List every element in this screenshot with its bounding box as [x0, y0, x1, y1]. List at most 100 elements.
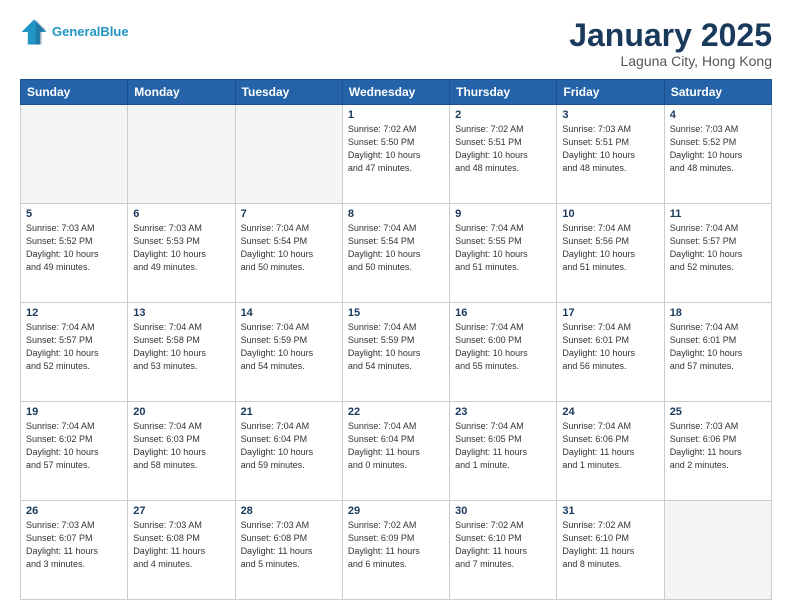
- day-info: Sunrise: 7:04 AM Sunset: 5:55 PM Dayligh…: [455, 222, 551, 274]
- calendar-cell: [128, 105, 235, 204]
- day-number: 26: [26, 505, 122, 517]
- day-number: 24: [562, 406, 658, 418]
- day-info: Sunrise: 7:02 AM Sunset: 5:50 PM Dayligh…: [348, 123, 444, 175]
- day-number: 3: [562, 109, 658, 121]
- calendar-cell: 4Sunrise: 7:03 AM Sunset: 5:52 PM Daylig…: [664, 105, 771, 204]
- calendar-cell: [21, 105, 128, 204]
- day-number: 30: [455, 505, 551, 517]
- logo-line2: Blue: [100, 24, 128, 39]
- week-row-5: 26 Sunrise: 7:03 AM Sunset: 6:07 PM Dayli…: [21, 501, 772, 600]
- calendar-cell: 5Sunrise: 7:03 AM Sunset: 5:52 PM Daylig…: [21, 204, 128, 303]
- day-number: 1: [348, 109, 444, 121]
- calendar-cell: 26 Sunrise: 7:03 AM Sunset: 6:07 PM Dayli…: [21, 501, 128, 600]
- day-number: 23: [455, 406, 551, 418]
- day-info: Sunrise: 7:03 AM Sunset: 5:52 PM Dayligh…: [670, 123, 766, 175]
- day-info: Sunrise: 7:03 AM Sunset: 6:06 PM Dayligh…: [670, 420, 766, 472]
- calendar-cell: 16 Sunrise: 7:04 AM Sunset: 6:00 PM Dayli…: [450, 303, 557, 402]
- day-info: Sunrise: 7:04 AM Sunset: 6:02 PM Dayligh…: [26, 420, 122, 472]
- title-block: January 2025 Laguna City, Hong Kong: [569, 18, 772, 69]
- day-info: Sunrise: 7:04 AM Sunset: 5:54 PM Dayligh…: [348, 222, 444, 274]
- day-info: Sunrise: 7:04 AM Sunset: 5:59 PM Dayligh…: [348, 321, 444, 373]
- day-info: Sunrise: 7:04 AM Sunset: 5:56 PM Dayligh…: [562, 222, 658, 274]
- day-number: 29: [348, 505, 444, 517]
- week-row-4: 19 Sunrise: 7:04 AM Sunset: 6:02 PM Dayli…: [21, 402, 772, 501]
- calendar-subtitle: Laguna City, Hong Kong: [569, 53, 772, 69]
- day-number: 17: [562, 307, 658, 319]
- calendar-title: January 2025: [569, 18, 772, 53]
- calendar-cell: [664, 501, 771, 600]
- day-info: Sunrise: 7:04 AM Sunset: 6:00 PM Dayligh…: [455, 321, 551, 373]
- week-row-2: 5Sunrise: 7:03 AM Sunset: 5:52 PM Daylig…: [21, 204, 772, 303]
- calendar-cell: 14Sunrise: 7:04 AM Sunset: 5:59 PM Dayli…: [235, 303, 342, 402]
- week-row-1: 1 Sunrise: 7:02 AM Sunset: 5:50 PM Daylig…: [21, 105, 772, 204]
- calendar-cell: 17Sunrise: 7:04 AM Sunset: 6:01 PM Dayli…: [557, 303, 664, 402]
- header: GeneralBlue January 2025 Laguna City, Ho…: [20, 18, 772, 69]
- weekday-header-saturday: Saturday: [664, 80, 771, 105]
- calendar-cell: 25 Sunrise: 7:03 AM Sunset: 6:06 PM Dayli…: [664, 402, 771, 501]
- day-info: Sunrise: 7:04 AM Sunset: 5:57 PM Dayligh…: [670, 222, 766, 274]
- day-number: 10: [562, 208, 658, 220]
- day-info: Sunrise: 7:03 AM Sunset: 6:08 PM Dayligh…: [241, 519, 337, 571]
- day-info: Sunrise: 7:03 AM Sunset: 6:08 PM Dayligh…: [133, 519, 229, 571]
- calendar-cell: 10 Sunrise: 7:04 AM Sunset: 5:56 PM Dayli…: [557, 204, 664, 303]
- day-number: 19: [26, 406, 122, 418]
- day-number: 11: [670, 208, 766, 220]
- day-info: Sunrise: 7:04 AM Sunset: 6:01 PM Dayligh…: [670, 321, 766, 373]
- weekday-header-wednesday: Wednesday: [342, 80, 449, 105]
- day-number: 8: [348, 208, 444, 220]
- calendar-cell: 6Sunrise: 7:03 AM Sunset: 5:53 PM Daylig…: [128, 204, 235, 303]
- day-number: 25: [670, 406, 766, 418]
- day-info: Sunrise: 7:04 AM Sunset: 6:04 PM Dayligh…: [241, 420, 337, 472]
- day-info: Sunrise: 7:02 AM Sunset: 6:09 PM Dayligh…: [348, 519, 444, 571]
- day-number: 14: [241, 307, 337, 319]
- calendar-cell: 12Sunrise: 7:04 AM Sunset: 5:57 PM Dayli…: [21, 303, 128, 402]
- day-info: Sunrise: 7:02 AM Sunset: 6:10 PM Dayligh…: [455, 519, 551, 571]
- day-info: Sunrise: 7:04 AM Sunset: 6:06 PM Dayligh…: [562, 420, 658, 472]
- calendar-cell: 29 Sunrise: 7:02 AM Sunset: 6:09 PM Dayli…: [342, 501, 449, 600]
- day-number: 13: [133, 307, 229, 319]
- weekday-header-sunday: Sunday: [21, 80, 128, 105]
- calendar-cell: 2 Sunrise: 7:02 AM Sunset: 5:51 PM Daylig…: [450, 105, 557, 204]
- day-number: 27: [133, 505, 229, 517]
- weekday-header-row: SundayMondayTuesdayWednesdayThursdayFrid…: [21, 80, 772, 105]
- weekday-header-thursday: Thursday: [450, 80, 557, 105]
- calendar-cell: 30 Sunrise: 7:02 AM Sunset: 6:10 PM Dayli…: [450, 501, 557, 600]
- day-number: 18: [670, 307, 766, 319]
- day-number: 31: [562, 505, 658, 517]
- logo-icon: [20, 18, 48, 46]
- day-info: Sunrise: 7:02 AM Sunset: 5:51 PM Dayligh…: [455, 123, 551, 175]
- calendar-cell: 19 Sunrise: 7:04 AM Sunset: 6:02 PM Dayli…: [21, 402, 128, 501]
- day-info: Sunrise: 7:03 AM Sunset: 5:53 PM Dayligh…: [133, 222, 229, 274]
- calendar-cell: 27 Sunrise: 7:03 AM Sunset: 6:08 PM Dayli…: [128, 501, 235, 600]
- day-info: Sunrise: 7:02 AM Sunset: 6:10 PM Dayligh…: [562, 519, 658, 571]
- calendar-cell: 28 Sunrise: 7:03 AM Sunset: 6:08 PM Dayli…: [235, 501, 342, 600]
- day-number: 21: [241, 406, 337, 418]
- calendar-cell: 22Sunrise: 7:04 AM Sunset: 6:04 PM Dayli…: [342, 402, 449, 501]
- day-number: 9: [455, 208, 551, 220]
- day-info: Sunrise: 7:04 AM Sunset: 5:54 PM Dayligh…: [241, 222, 337, 274]
- calendar-cell: 13 Sunrise: 7:04 AM Sunset: 5:58 PM Dayli…: [128, 303, 235, 402]
- day-info: Sunrise: 7:04 AM Sunset: 6:04 PM Dayligh…: [348, 420, 444, 472]
- day-info: Sunrise: 7:04 AM Sunset: 5:58 PM Dayligh…: [133, 321, 229, 373]
- logo-text: GeneralBlue: [52, 24, 129, 40]
- calendar-table: SundayMondayTuesdayWednesdayThursdayFrid…: [20, 79, 772, 600]
- calendar-cell: 7 Sunrise: 7:04 AM Sunset: 5:54 PM Daylig…: [235, 204, 342, 303]
- calendar-cell: 3Sunrise: 7:03 AM Sunset: 5:51 PM Daylig…: [557, 105, 664, 204]
- day-number: 2: [455, 109, 551, 121]
- calendar-cell: 18 Sunrise: 7:04 AM Sunset: 6:01 PM Dayli…: [664, 303, 771, 402]
- day-number: 15: [348, 307, 444, 319]
- day-number: 7: [241, 208, 337, 220]
- calendar-cell: 1 Sunrise: 7:02 AM Sunset: 5:50 PM Daylig…: [342, 105, 449, 204]
- logo-line1: General: [52, 24, 100, 39]
- weekday-header-friday: Friday: [557, 80, 664, 105]
- calendar-cell: 23 Sunrise: 7:04 AM Sunset: 6:05 PM Dayli…: [450, 402, 557, 501]
- day-info: Sunrise: 7:03 AM Sunset: 5:52 PM Dayligh…: [26, 222, 122, 274]
- day-info: Sunrise: 7:03 AM Sunset: 6:07 PM Dayligh…: [26, 519, 122, 571]
- day-number: 28: [241, 505, 337, 517]
- calendar-cell: 9 Sunrise: 7:04 AM Sunset: 5:55 PM Daylig…: [450, 204, 557, 303]
- week-row-3: 12Sunrise: 7:04 AM Sunset: 5:57 PM Dayli…: [21, 303, 772, 402]
- day-number: 16: [455, 307, 551, 319]
- calendar-cell: [235, 105, 342, 204]
- calendar-cell: 8 Sunrise: 7:04 AM Sunset: 5:54 PM Daylig…: [342, 204, 449, 303]
- day-info: Sunrise: 7:04 AM Sunset: 6:05 PM Dayligh…: [455, 420, 551, 472]
